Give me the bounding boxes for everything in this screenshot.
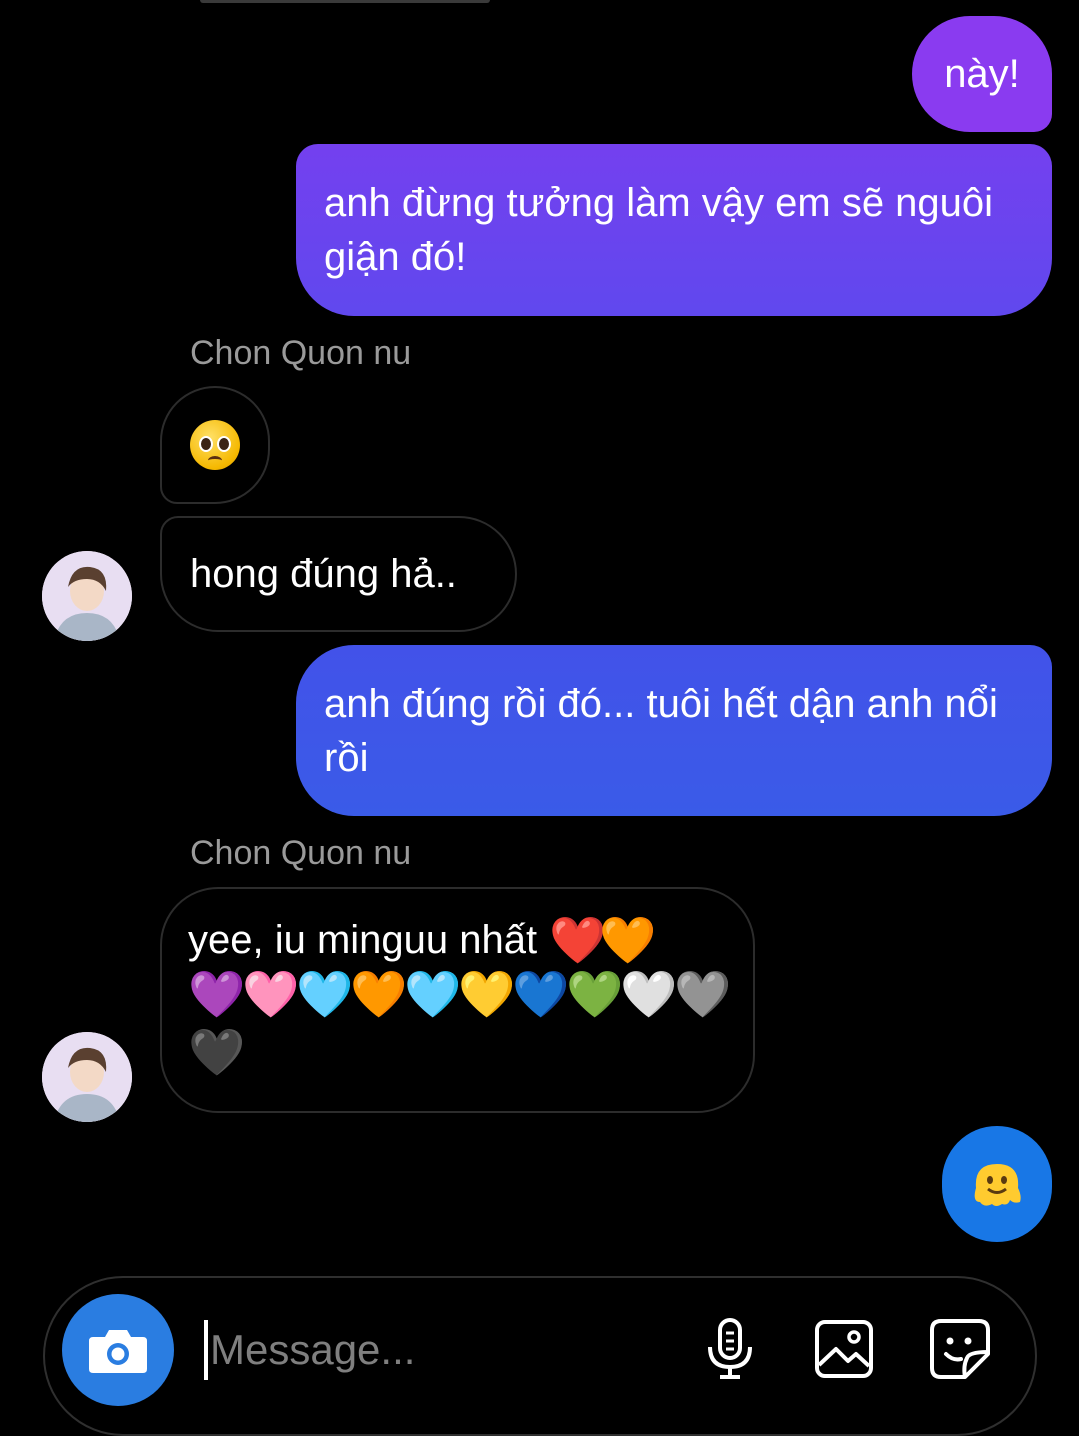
- heart-emoji: 💛: [458, 968, 516, 1020]
- incoming-message[interactable]: yee, iu minguu nhất ❤️ 🧡 💜 🩷 🩵 🧡 🩵 💛 💙 💚…: [160, 887, 755, 1113]
- heart-emoji: 🖤: [188, 1026, 246, 1078]
- sender-name: Chon Quon nu: [190, 334, 412, 372]
- heart-emoji: 🩵: [404, 968, 462, 1020]
- heart-emoji: ❤️: [549, 914, 607, 966]
- avatar[interactable]: [42, 551, 132, 641]
- melting-face-emoji: [974, 1164, 1021, 1206]
- heart-emoji: 💙: [512, 968, 570, 1020]
- outgoing-message[interactable]: anh đừng tưởng làm vậy em sẽ nguôi giận …: [296, 144, 1052, 316]
- message-input[interactable]: [204, 1320, 684, 1380]
- heart-emoji: 🩷: [242, 968, 300, 1020]
- incoming-emoji-message[interactable]: [160, 386, 270, 504]
- microphone-icon: [708, 1318, 752, 1379]
- sticker-icon: [930, 1319, 990, 1379]
- message-text: hong đúng hả..: [190, 552, 457, 596]
- heart-emoji: 💚: [566, 968, 624, 1020]
- message-text: anh đừng tưởng làm vậy em sẽ nguôi giận …: [324, 181, 994, 279]
- camera-icon: [89, 1330, 147, 1373]
- sticker-button[interactable]: [925, 1314, 995, 1384]
- gallery-icon: [815, 1320, 873, 1378]
- outgoing-message[interactable]: anh đúng rồi đó... tuôi hết dận anh nổi …: [296, 645, 1052, 816]
- message-text: yee, iu minguu nhất: [188, 918, 538, 962]
- heart-emoji: 🩶: [674, 968, 732, 1020]
- heart-emoji: 💜: [188, 968, 246, 1020]
- outgoing-emoji-message[interactable]: [942, 1126, 1052, 1242]
- sender-name: Chon Quon nu: [190, 834, 412, 872]
- message-text: này!: [944, 52, 1020, 96]
- heart-emoji-list: 💜 🩷 🩵 🧡 🩵 💛 💙 💚 🤍 🩶 🖤: [188, 967, 733, 1079]
- heart-emoji: 🤍: [620, 968, 678, 1020]
- previous-message-edge: [200, 0, 490, 3]
- avatar[interactable]: [42, 1032, 132, 1122]
- outgoing-message[interactable]: này!: [912, 16, 1052, 132]
- voice-button[interactable]: [695, 1314, 765, 1384]
- incoming-message[interactable]: hong đúng hả..: [160, 516, 517, 632]
- heart-emoji: 🧡: [350, 968, 408, 1020]
- camera-button[interactable]: [62, 1294, 174, 1406]
- message-text: anh đúng rồi đó... tuôi hết dận anh nổi …: [324, 681, 998, 780]
- gallery-button[interactable]: [809, 1314, 879, 1384]
- heart-emoji: 🧡: [599, 914, 657, 966]
- pleading-face-emoji: [190, 420, 240, 470]
- heart-emoji: 🩵: [296, 968, 354, 1020]
